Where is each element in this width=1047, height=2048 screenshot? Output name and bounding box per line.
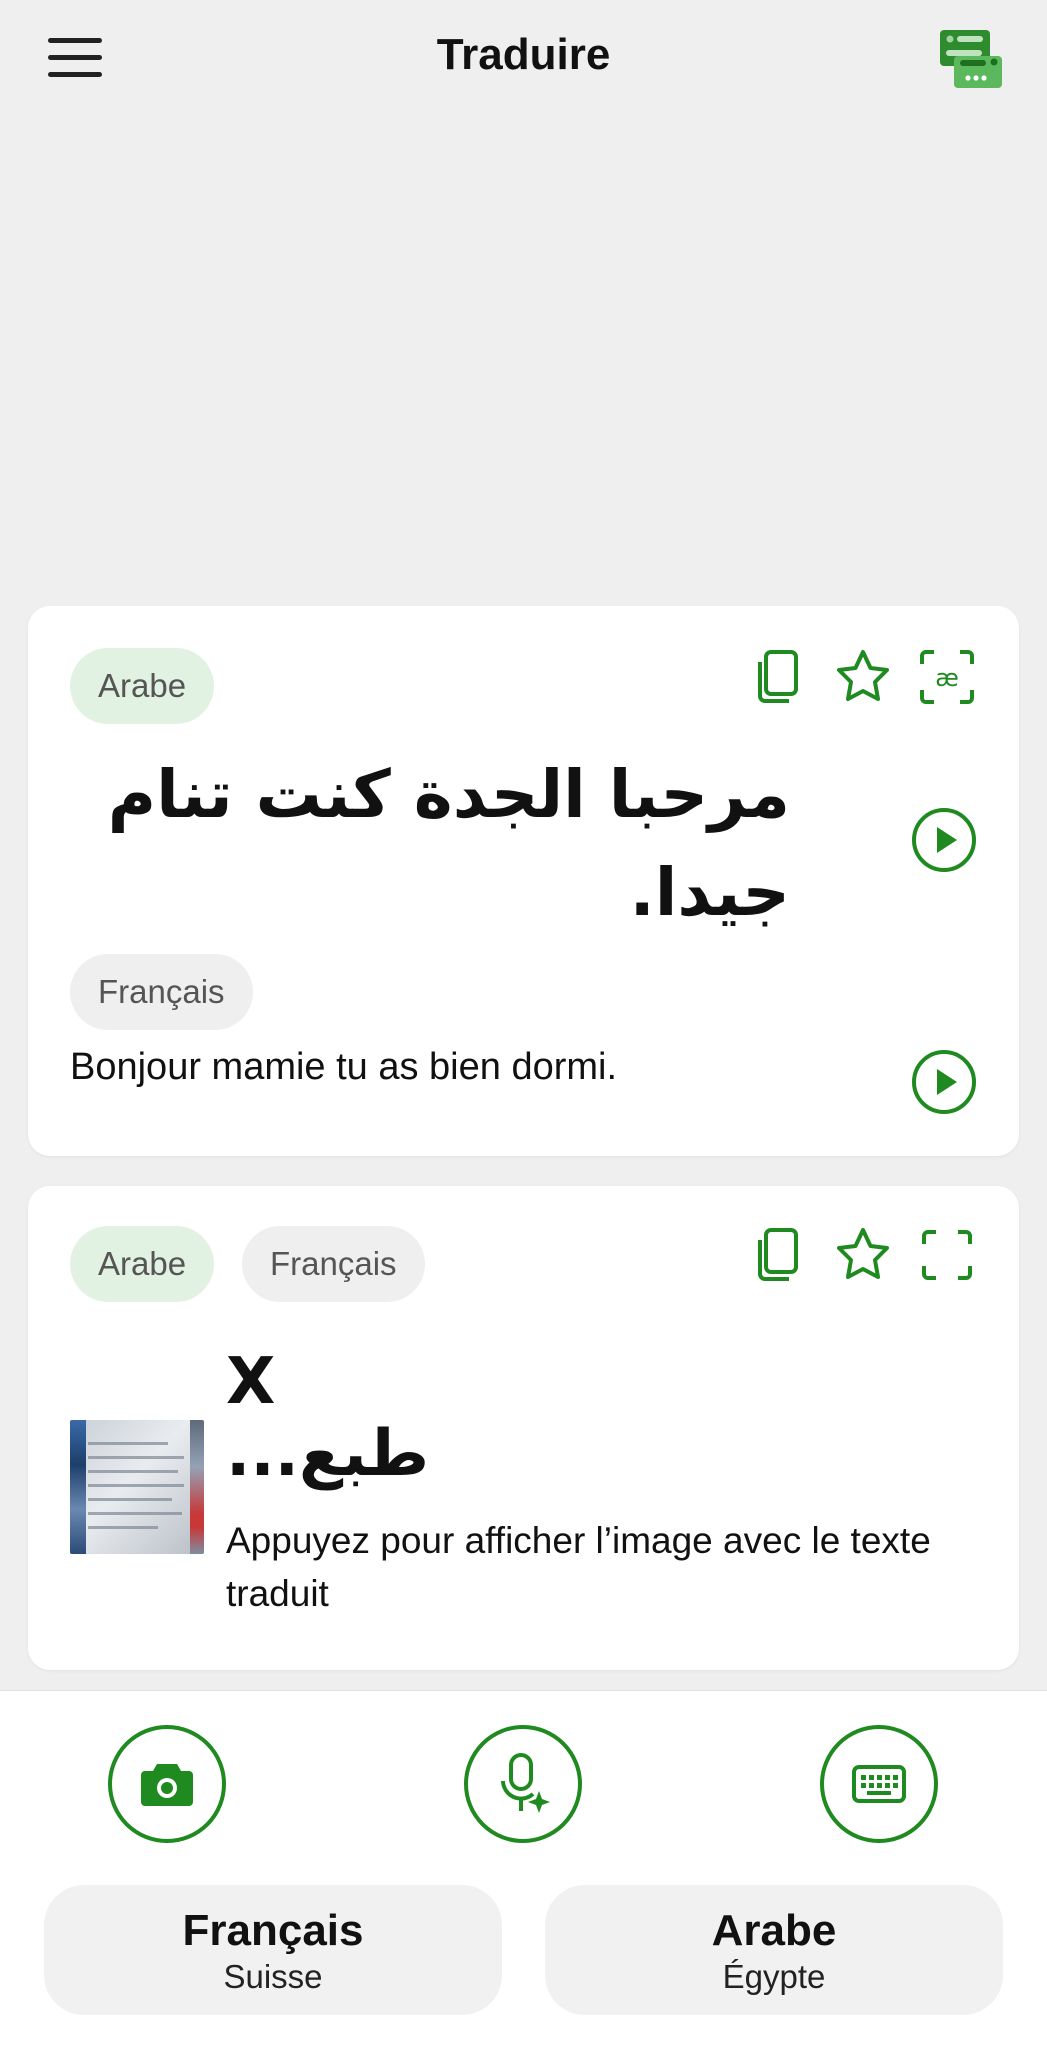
camera-button[interactable] <box>108 1725 226 1843</box>
keyboard-button[interactable] <box>820 1725 938 1843</box>
voice-ai-icon <box>501 1753 550 1813</box>
conversation-button[interactable] <box>936 28 1006 90</box>
image-caption: Appuyez pour afficher l’image avec le te… <box>226 1520 931 1614</box>
favorite-button[interactable] <box>832 1224 894 1286</box>
phonetic-icon: æ <box>920 650 974 704</box>
target-language-pill: Français <box>242 1226 425 1302</box>
favorite-button[interactable] <box>832 646 894 708</box>
copy-button[interactable] <box>748 646 810 708</box>
star-icon <box>837 650 889 701</box>
copy-button[interactable] <box>748 1224 810 1286</box>
image-translation-title: X طبع... <box>226 1346 429 1490</box>
input-panel: Français Suisse Arabe Égypte <box>0 1690 1047 2048</box>
image-title-line: X <box>226 1345 276 1419</box>
play-icon <box>912 808 976 872</box>
source-language-pill: Arabe <box>70 648 215 724</box>
camera-icon <box>141 1764 193 1806</box>
copy-icon <box>758 1228 798 1281</box>
fullscreen-button[interactable] <box>916 1224 978 1286</box>
language-name: Français <box>182 1906 364 1955</box>
page-title: Traduire <box>436 30 611 79</box>
translation-card[interactable]: Arabe æ مرحبا الجدة كنت تنام جيدا. Franç… <box>28 606 1019 1156</box>
source-language-pill: Arabe <box>70 1226 215 1302</box>
language-region: Égypte <box>722 1958 826 1995</box>
image-thumbnail[interactable] <box>70 1420 204 1554</box>
source-text: مرحبا الجدة كنت تنام جيدا. <box>107 756 790 931</box>
play-icon <box>912 1050 976 1114</box>
voice-button[interactable] <box>464 1725 582 1843</box>
phonetic-button[interactable]: æ <box>916 646 978 708</box>
source-language-selector[interactable]: Français Suisse <box>44 1885 502 2015</box>
translate-screen: Traduire Arabe æ مرحبا الجدة كنت تنام جي… <box>0 0 1047 2048</box>
header: Traduire <box>0 0 1047 120</box>
keyboard-icon <box>852 1765 906 1803</box>
star-icon <box>837 1228 889 1279</box>
language-name: Arabe <box>711 1906 837 1955</box>
image-translation-card[interactable]: Arabe Français X طبع... Appuyez pour aff… <box>28 1186 1019 1670</box>
image-title-line: طبع... <box>226 1417 430 1491</box>
translated-text: Bonjour mamie tu as bien dormi. <box>70 1046 618 1088</box>
fullscreen-icon <box>922 1230 972 1280</box>
play-translation-button[interactable] <box>910 1048 978 1116</box>
target-language-selector[interactable]: Arabe Égypte <box>545 1885 1003 2015</box>
play-source-button[interactable] <box>910 806 978 874</box>
language-region: Suisse <box>223 1958 323 1995</box>
svg-text:æ: æ <box>935 664 959 692</box>
copy-icon <box>758 650 798 703</box>
target-language-pill: Français <box>70 954 253 1030</box>
conversation-icon <box>940 30 1002 88</box>
